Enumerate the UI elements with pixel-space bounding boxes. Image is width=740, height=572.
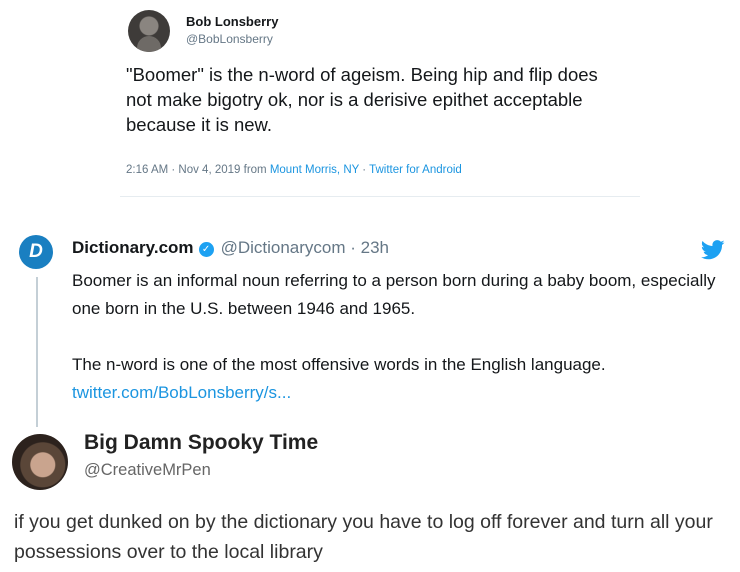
reply-body: Boomer is an informal noun referring to … (72, 267, 722, 407)
thread-line (36, 277, 38, 427)
dictionary-logo-avatar[interactable]: D (19, 235, 53, 269)
reply-separator: · (345, 238, 361, 257)
reply-timestamp[interactable]: 23h (361, 238, 389, 257)
tweet-text: "Boomer" is the n-word of ageism. Being … (126, 64, 598, 135)
reply-paragraph-2-text: The n-word is one of the most offensive … (72, 355, 606, 374)
tweet-location-link[interactable]: Mount Morris, NY (270, 164, 359, 176)
reply-author-name[interactable]: Dictionary.com (72, 238, 194, 257)
bob-lonsberry-avatar[interactable] (128, 10, 170, 52)
reply-paragraph-2: The n-word is one of the most offensive … (72, 351, 722, 407)
quoted-tweet: Bob Lonsberry @BobLonsberry "Boomer" is … (120, 0, 640, 198)
tweet-author-name[interactable]: Bob Lonsberry (186, 14, 278, 29)
meta-separator: · (359, 164, 370, 176)
tweet-author-handle[interactable]: @BobLonsberry (186, 32, 273, 46)
post-text: if you get dunked on by the dictionary y… (14, 511, 713, 563)
divider (120, 196, 640, 197)
reply-author-handle[interactable]: @Dictionarycom (221, 238, 346, 257)
post-author-handle[interactable]: @CreativeMrPen (84, 461, 211, 480)
post-author-name[interactable]: Big Damn Spooky Time (84, 431, 318, 455)
tweet-metadata: 2:16 AM · Nov 4, 2019 from Mount Morris,… (126, 164, 462, 176)
reply-paragraph-1: Boomer is an informal noun referring to … (72, 271, 716, 318)
dictionary-reply-tweet: D Dictionary.com ✓ @Dictionarycom · 23h Bo… (0, 225, 740, 427)
reply-header: Dictionary.com ✓ @Dictionarycom · 23h (72, 238, 389, 258)
creativemrpen-avatar[interactable] (12, 434, 68, 490)
quoted-tweet-link[interactable]: twitter.com/BobLonsberry/s... (72, 383, 291, 402)
tweet-timestamp[interactable]: 2:16 AM · Nov 4, 2019 from (126, 164, 270, 176)
verified-badge-icon: ✓ (198, 242, 214, 257)
tweet-source-link[interactable]: Twitter for Android (369, 164, 462, 176)
twitter-bird-icon (701, 240, 725, 260)
